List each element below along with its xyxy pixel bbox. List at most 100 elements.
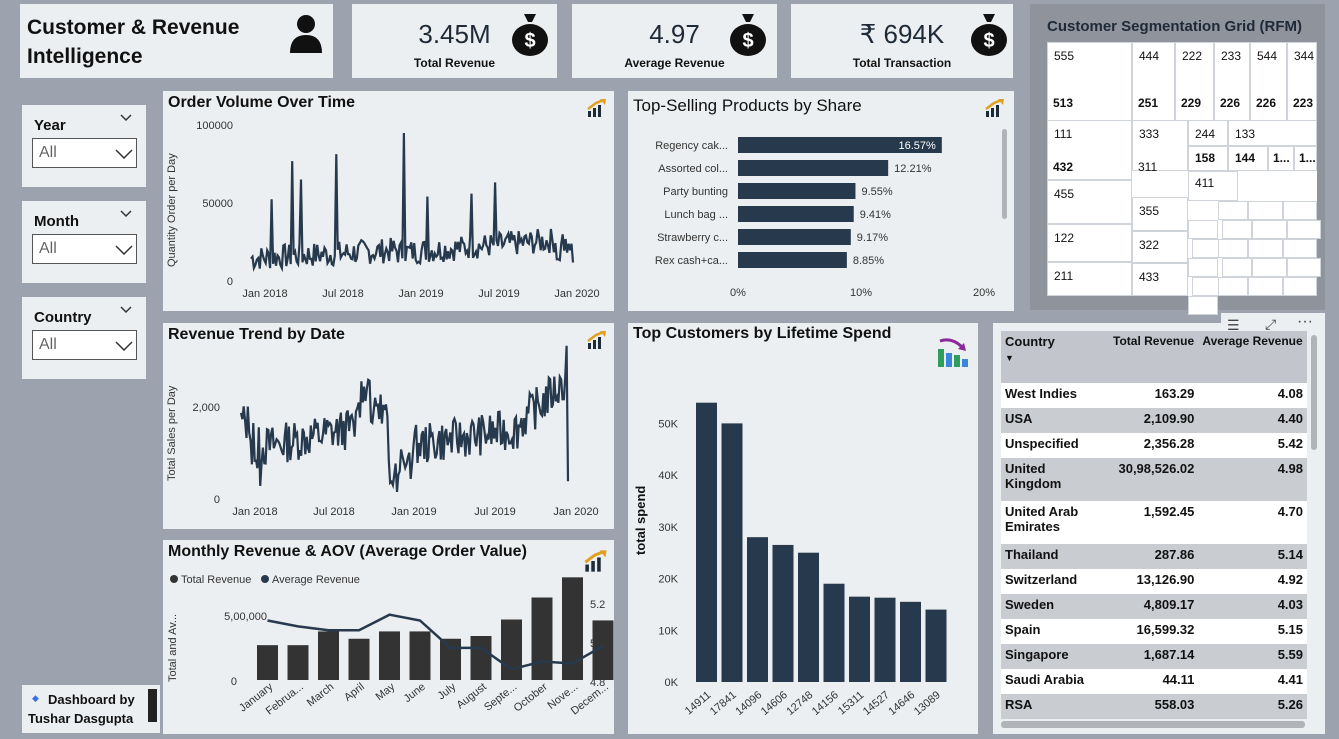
rfm-cell-small[interactable] bbox=[1283, 201, 1317, 220]
rfm-cell[interactable]: 133 bbox=[1228, 120, 1317, 146]
rfm-cell-small[interactable] bbox=[1222, 220, 1252, 239]
rfm-cell-small[interactable] bbox=[1283, 277, 1317, 296]
bar[interactable] bbox=[257, 645, 278, 680]
rfm-cell-small[interactable] bbox=[1222, 258, 1252, 277]
scrollbar[interactable] bbox=[1002, 129, 1007, 219]
rfm-cell[interactable]: 226 bbox=[1214, 96, 1250, 114]
rfm-cell-small[interactable] bbox=[1252, 258, 1287, 277]
rfm-cell[interactable]: 211 bbox=[1047, 262, 1132, 296]
table-row[interactable]: United Arab Emirates 1,592.45 4.70 bbox=[1001, 501, 1307, 544]
rfm-cell[interactable]: 251 bbox=[1132, 96, 1175, 114]
rfm-cell[interactable]: 226 bbox=[1250, 96, 1287, 114]
rfm-cell[interactable]: 433 bbox=[1132, 263, 1188, 296]
slicer-country[interactable]: Country All bbox=[22, 297, 146, 379]
slicer-title: Month bbox=[34, 213, 79, 230]
bar[interactable] bbox=[696, 402, 717, 682]
chevron-up-icon[interactable] bbox=[120, 306, 132, 314]
rfm-cell[interactable]: 455 bbox=[1047, 180, 1132, 224]
slicer-dropdown[interactable]: All bbox=[32, 330, 137, 360]
table-row[interactable]: Unspecified 2,356.28 5.42 bbox=[1001, 433, 1307, 458]
rfm-cell[interactable]: 229 bbox=[1175, 96, 1214, 114]
bar[interactable] bbox=[738, 252, 847, 268]
rfm-cell[interactable]: 223 bbox=[1287, 96, 1317, 114]
rfm-cell-small[interactable] bbox=[1218, 277, 1248, 296]
bar[interactable] bbox=[348, 638, 370, 680]
bar[interactable] bbox=[738, 183, 856, 199]
y-tick: 2,000 bbox=[192, 402, 220, 414]
rfm-cell[interactable]: 432 bbox=[1047, 160, 1132, 178]
rfm-cell-small[interactable] bbox=[1188, 258, 1218, 277]
bar[interactable] bbox=[531, 597, 553, 681]
y-tick: 10K bbox=[658, 625, 678, 637]
rfm-cell-small[interactable] bbox=[1188, 296, 1218, 315]
rfm-cell-small[interactable] bbox=[1252, 220, 1287, 239]
rfm-cell-small[interactable] bbox=[1218, 239, 1248, 258]
bar[interactable] bbox=[772, 544, 794, 682]
bar[interactable] bbox=[379, 631, 400, 680]
table-row[interactable]: Thailand 287.86 5.14 bbox=[1001, 544, 1307, 569]
bar[interactable] bbox=[738, 229, 851, 245]
rfm-cell[interactable]: 1... bbox=[1294, 146, 1317, 171]
column-header[interactable]: Average Revenue bbox=[1198, 331, 1307, 383]
table-header-row: Country ▼ Total Revenue Average Revenue bbox=[1001, 331, 1307, 383]
table-row[interactable]: United Kingdom 30,98,526.02 4.98 bbox=[1001, 458, 1307, 501]
bar[interactable] bbox=[874, 597, 896, 682]
rfm-cell-small[interactable] bbox=[1248, 277, 1283, 296]
rfm-cell[interactable]: 411 bbox=[1188, 171, 1238, 201]
bar[interactable] bbox=[409, 631, 431, 680]
bar[interactable] bbox=[900, 601, 921, 682]
table-row[interactable]: Switzerland 13,126.90 4.92 bbox=[1001, 569, 1307, 594]
bar[interactable] bbox=[798, 552, 819, 682]
table-row[interactable]: Singapore 1,687.14 5.59 bbox=[1001, 644, 1307, 669]
bar[interactable] bbox=[470, 636, 492, 680]
rfm-cell-small[interactable] bbox=[1248, 201, 1283, 220]
rfm-cell[interactable]: 311 bbox=[1132, 160, 1188, 178]
table-row[interactable]: Sweden 4,809.17 4.03 bbox=[1001, 594, 1307, 619]
rfm-cell[interactable]: 513 bbox=[1047, 96, 1132, 114]
average-revenue-cell: 5.14 bbox=[1277, 547, 1303, 562]
bar[interactable] bbox=[721, 423, 743, 682]
table-row[interactable]: RSA 558.03 5.26 bbox=[1001, 694, 1307, 719]
bar[interactable] bbox=[738, 206, 854, 222]
rfm-cell-small[interactable] bbox=[1287, 258, 1321, 277]
rfm-cell-small[interactable] bbox=[1188, 220, 1218, 239]
more-options-icon[interactable]: ··· bbox=[1297, 313, 1313, 331]
column-header[interactable]: Country ▼ bbox=[1001, 331, 1109, 383]
bar[interactable] bbox=[287, 645, 309, 680]
rfm-cell[interactable]: 1... bbox=[1268, 146, 1294, 171]
chevron-up-icon[interactable] bbox=[120, 210, 132, 218]
rfm-cell[interactable]: 355 bbox=[1132, 197, 1188, 231]
table-row[interactable]: West Indies 163.29 4.08 bbox=[1001, 383, 1307, 408]
chevron-up-icon[interactable] bbox=[120, 114, 132, 122]
bar[interactable] bbox=[823, 583, 845, 682]
rfm-cell-small[interactable] bbox=[1248, 239, 1283, 258]
bar[interactable] bbox=[501, 619, 522, 681]
rfm-cell[interactable]: 144 bbox=[1228, 146, 1268, 171]
rfm-cell[interactable]: 158 bbox=[1188, 146, 1228, 171]
rfm-cell[interactable]: 322 bbox=[1132, 231, 1188, 263]
slicer-year[interactable]: Year All bbox=[22, 105, 146, 187]
rfm-cell[interactable]: 122 bbox=[1047, 224, 1132, 262]
column-header[interactable]: Total Revenue bbox=[1109, 331, 1198, 383]
vertical-scrollbar[interactable] bbox=[1311, 335, 1317, 450]
bar[interactable] bbox=[925, 609, 947, 682]
rfm-cell[interactable]: 244 bbox=[1188, 120, 1228, 146]
rfm-cell-small[interactable] bbox=[1283, 239, 1317, 258]
bar[interactable] bbox=[747, 537, 768, 682]
credit-bar bbox=[148, 689, 157, 722]
slicer-dropdown[interactable]: All bbox=[32, 234, 137, 264]
horizontal-scrollbar[interactable] bbox=[1001, 721, 1305, 728]
x-tick: 14911 bbox=[683, 689, 714, 717]
slicer-dropdown[interactable]: All bbox=[32, 138, 137, 168]
table-row[interactable]: Spain 16,599.32 5.15 bbox=[1001, 619, 1307, 644]
bar[interactable] bbox=[849, 596, 870, 682]
total-revenue-cell: 30,98,526.02 bbox=[1118, 461, 1195, 476]
bar[interactable] bbox=[440, 638, 461, 680]
table-row[interactable]: USA 2,109.90 4.40 bbox=[1001, 408, 1307, 433]
rfm-cell-small[interactable] bbox=[1287, 220, 1321, 239]
rfm-cell-small[interactable] bbox=[1218, 201, 1248, 220]
bar[interactable] bbox=[318, 631, 339, 680]
bar[interactable] bbox=[738, 160, 889, 176]
slicer-month[interactable]: Month All bbox=[22, 201, 146, 283]
table-row[interactable]: Saudi Arabia 44.11 4.41 bbox=[1001, 669, 1307, 694]
